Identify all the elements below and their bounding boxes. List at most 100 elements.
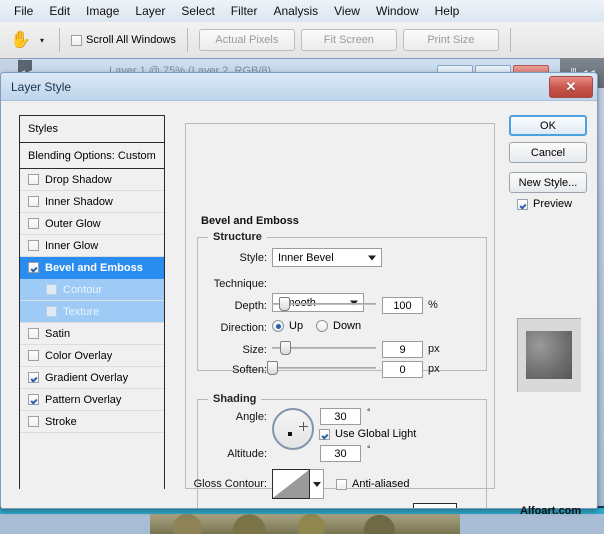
- checkbox-icon[interactable]: [517, 198, 528, 210]
- altitude-input[interactable]: 30: [320, 445, 361, 462]
- menu-image[interactable]: Image: [78, 2, 127, 20]
- checkbox-icon[interactable]: [28, 416, 39, 427]
- checkbox-icon[interactable]: [28, 240, 39, 251]
- close-icon[interactable]: ✕: [549, 76, 593, 98]
- checkbox-icon[interactable]: [28, 372, 39, 383]
- angle-input[interactable]: 30: [320, 408, 361, 425]
- menu-analysis[interactable]: Analysis: [265, 2, 326, 20]
- style-item-color-overlay[interactable]: Color Overlay: [20, 345, 164, 367]
- scroll-all-windows-checkbox[interactable]: Scroll All Windows: [71, 34, 176, 46]
- divider: [509, 28, 511, 52]
- styles-header[interactable]: Styles: [20, 116, 164, 143]
- checkbox-icon[interactable]: [28, 174, 39, 185]
- chevron-down-icon: [368, 255, 376, 260]
- style-item-label: Contour: [63, 283, 103, 296]
- style-item-gradient-overlay[interactable]: Gradient Overlay: [20, 367, 164, 389]
- cancel-button[interactable]: Cancel: [509, 142, 587, 163]
- checkbox-icon[interactable]: [319, 428, 330, 440]
- style-item-inner-shadow[interactable]: Inner Shadow: [20, 191, 164, 213]
- angle-unit: °: [367, 407, 371, 417]
- menu-bar: File Edit Image Layer Select Filter Anal…: [0, 0, 604, 23]
- style-item-outer-glow[interactable]: Outer Glow: [20, 213, 164, 235]
- checkbox-icon[interactable]: [71, 34, 83, 46]
- checkbox-icon[interactable]: [28, 350, 39, 361]
- checkbox-icon[interactable]: [28, 262, 39, 273]
- menu-layer[interactable]: Layer: [127, 2, 173, 20]
- altitude-unit: °: [367, 444, 371, 454]
- menu-select[interactable]: Select: [173, 2, 222, 20]
- soften-input[interactable]: 0: [382, 361, 423, 378]
- depth-unit: %: [428, 299, 438, 311]
- menu-window[interactable]: Window: [368, 2, 427, 20]
- size-value: 9: [399, 343, 406, 356]
- depth-slider[interactable]: [272, 297, 376, 311]
- style-item-stroke[interactable]: Stroke: [20, 411, 164, 433]
- slider-track: [267, 367, 376, 369]
- checkbox-icon[interactable]: [28, 394, 39, 405]
- checkbox-icon[interactable]: [28, 328, 39, 339]
- menu-help[interactable]: Help: [427, 2, 468, 20]
- gloss-contour-swatch[interactable]: [272, 469, 310, 499]
- angle-dial-control[interactable]: [272, 408, 314, 450]
- style-item-pattern-overlay[interactable]: Pattern Overlay: [20, 389, 164, 411]
- soften-label: Soften:: [232, 364, 267, 376]
- style-item-label: Pattern Overlay: [45, 393, 122, 406]
- depth-label: Depth:: [234, 300, 267, 312]
- blending-options-item[interactable]: Blending Options: Custom: [20, 143, 164, 169]
- dialog-body: Styles Blending Options: Custom Drop Sha…: [1, 101, 597, 508]
- style-label: Style:: [239, 252, 267, 264]
- preview-thumbnail: [526, 331, 572, 379]
- new-style-button[interactable]: New Style...: [509, 172, 587, 193]
- depth-value: 100: [393, 299, 412, 312]
- highlight-color-swatch[interactable]: [413, 503, 457, 508]
- fit-screen-button[interactable]: Fit Screen: [300, 29, 397, 51]
- style-item-texture[interactable]: Texture: [20, 301, 164, 323]
- style-item-satin[interactable]: Satin: [20, 323, 164, 345]
- anti-aliased-checkbox[interactable]: Anti-aliased: [336, 478, 409, 490]
- style-item-contour[interactable]: Contour: [20, 279, 164, 301]
- direction-down-label: Down: [333, 320, 362, 332]
- direction-radio-up[interactable]: Up: [272, 320, 303, 332]
- tool-preset-chevron-down-icon[interactable]: ▾: [40, 36, 44, 45]
- gloss-contour-dropdown[interactable]: [310, 469, 324, 499]
- size-input[interactable]: 9: [382, 341, 423, 358]
- preview-checkbox[interactable]: Preview: [517, 198, 572, 210]
- checkbox-icon[interactable]: [46, 306, 57, 317]
- menu-filter[interactable]: Filter: [223, 2, 266, 20]
- radio-icon[interactable]: [272, 320, 284, 332]
- menu-edit[interactable]: Edit: [41, 2, 78, 20]
- ok-button[interactable]: OK: [509, 115, 587, 136]
- slider-knob[interactable]: [267, 361, 278, 375]
- checkbox-icon[interactable]: [336, 478, 347, 490]
- direction-radio-down[interactable]: Down: [316, 320, 361, 332]
- menu-file[interactable]: File: [6, 2, 41, 20]
- menu-view[interactable]: View: [326, 2, 368, 20]
- divider: [186, 28, 188, 52]
- checkbox-icon[interactable]: [28, 218, 39, 229]
- depth-input[interactable]: 100: [382, 297, 423, 314]
- slider-knob[interactable]: [279, 297, 290, 311]
- print-size-button[interactable]: Print Size: [402, 29, 499, 51]
- style-item-drop-shadow[interactable]: Drop Shadow: [20, 169, 164, 191]
- panel-title: Bevel and Emboss: [197, 215, 303, 227]
- style-item-label: Color Overlay: [45, 349, 113, 362]
- soften-slider[interactable]: [267, 361, 376, 375]
- use-global-light-checkbox[interactable]: Use Global Light: [319, 428, 416, 440]
- style-item-inner-glow[interactable]: Inner Glow: [20, 235, 164, 257]
- radio-icon[interactable]: [316, 320, 328, 332]
- style-item-label: Satin: [45, 327, 71, 340]
- use-global-light-label: Use Global Light: [335, 428, 417, 440]
- scroll-all-windows-label: Scroll All Windows: [86, 34, 176, 46]
- dialog-titlebar[interactable]: Layer Style ✕: [1, 73, 597, 101]
- style-item-bevel-and-emboss[interactable]: Bevel and Emboss: [20, 257, 164, 279]
- style-item-label: Bevel and Emboss: [45, 261, 143, 274]
- size-slider[interactable]: [272, 341, 376, 355]
- checkbox-icon[interactable]: [28, 196, 39, 207]
- hand-tool-icon[interactable]: ✋: [8, 27, 34, 53]
- watermark-label: Alfoart.com: [520, 505, 582, 517]
- slider-knob[interactable]: [280, 341, 291, 355]
- size-label: Size:: [242, 344, 267, 356]
- actual-pixels-button[interactable]: Actual Pixels: [198, 29, 295, 51]
- checkbox-icon[interactable]: [46, 284, 57, 295]
- style-select[interactable]: Inner Bevel: [272, 248, 382, 267]
